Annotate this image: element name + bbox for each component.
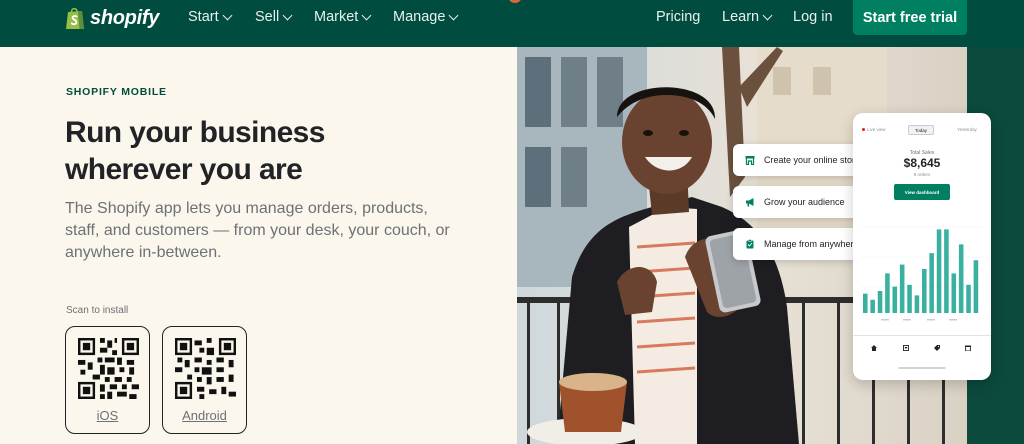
total-sales-value: $8,645 (903, 156, 941, 170)
x-axis-tick-placeholder (881, 319, 889, 321)
chart-bar (973, 260, 979, 313)
megaphone-icon (746, 198, 754, 207)
nav-link-login[interactable]: Log in (793, 8, 833, 26)
nav-menu-label: Manage (393, 9, 446, 25)
orders-count: 8 orders (913, 172, 931, 177)
chart-bar (863, 293, 868, 313)
chevron-down-icon (762, 10, 773, 20)
qr-card-ios[interactable]: iOS (65, 326, 150, 434)
x-axis-tick-placeholder (903, 319, 911, 321)
start-free-trial-button[interactable]: Start free trial (853, 0, 967, 35)
qr-card-android[interactable]: Android (162, 326, 247, 434)
top-nav: shopify Start Sell Market Manage Pricing… (0, 0, 1024, 47)
live-dot-icon (862, 128, 865, 131)
nav-menu-sell[interactable]: Sell (255, 8, 293, 26)
orders-icon (903, 345, 909, 351)
shopify-logo[interactable]: shopify (64, 4, 159, 32)
nav-menu-learn[interactable]: Learn (722, 8, 773, 26)
nav-menu-label: Learn (722, 9, 760, 25)
nav-link-pricing[interactable]: Pricing (656, 8, 700, 26)
section-eyebrow: SHOPIFY MOBILE (66, 86, 167, 98)
chevron-down-icon (282, 10, 293, 20)
android-download-link[interactable]: Android (163, 408, 246, 423)
scan-to-install-label: Scan to install (66, 305, 129, 316)
nav-menu-label: Market (314, 9, 359, 25)
nav-menu-start[interactable]: Start (188, 8, 233, 26)
chart-bar (899, 264, 905, 313)
chart-bar (922, 269, 927, 313)
feature-pill-label: Grow your audience (764, 197, 845, 207)
nav-menu-manage[interactable]: Manage (393, 8, 459, 26)
nav-link-label: Pricing (656, 9, 701, 25)
ios-download-link[interactable]: iOS (66, 408, 149, 423)
chart-bar (907, 284, 912, 313)
hero-description: The Shopify app lets you manage orders, … (65, 200, 450, 261)
phone-dashboard-mock: Live view Today Yesterday Total Sales $8… (853, 113, 991, 380)
feature-pill-label: Create your online store (764, 155, 861, 165)
chart-bar (877, 291, 883, 313)
tag-icon (934, 345, 940, 351)
chart-bar (914, 295, 920, 313)
nav-link-label: Log in (793, 9, 833, 25)
phone-tab-bar (853, 335, 991, 361)
chart-bar (870, 299, 875, 313)
chart-bar (966, 284, 971, 313)
shopping-bag-icon (64, 6, 86, 30)
qr-code-icon (78, 338, 139, 399)
storefront-icon (745, 156, 755, 165)
logo-wordmark: shopify (90, 6, 160, 29)
chart-bar (885, 273, 890, 313)
x-axis-tick-placeholder (949, 319, 957, 321)
clipboard-icon (746, 239, 754, 249)
chevron-down-icon (361, 10, 372, 20)
x-axis-tick-placeholder (927, 319, 935, 321)
view-dashboard-button: View dashboard (894, 184, 950, 200)
home-icon (871, 345, 877, 351)
chevron-down-icon (222, 10, 233, 20)
live-view-indicator: Live view (862, 127, 886, 132)
page-title: Run your business wherever you are (65, 116, 325, 186)
today-tab: Today (908, 125, 934, 135)
nav-accent-shape (508, 0, 522, 3)
nav-menu-market[interactable]: Market (314, 8, 372, 26)
chevron-down-icon (448, 10, 459, 20)
yesterday-tab: Yesterday (957, 127, 977, 132)
chart-bar (958, 244, 964, 313)
store-icon (965, 345, 971, 351)
home-indicator-bar (898, 367, 946, 369)
sales-bar-chart (861, 226, 983, 321)
live-view-label: Live view (867, 127, 886, 132)
chart-bar (929, 253, 934, 313)
feature-pill-label: Manage from anywhere (764, 239, 859, 249)
chart-bar (944, 229, 949, 313)
chart-bar (936, 229, 942, 313)
nav-menu-label: Start (188, 9, 219, 25)
nav-menu-label: Sell (255, 9, 280, 25)
chart-bar (951, 273, 957, 313)
chart-bar (892, 286, 898, 313)
qr-code-icon (175, 338, 236, 399)
